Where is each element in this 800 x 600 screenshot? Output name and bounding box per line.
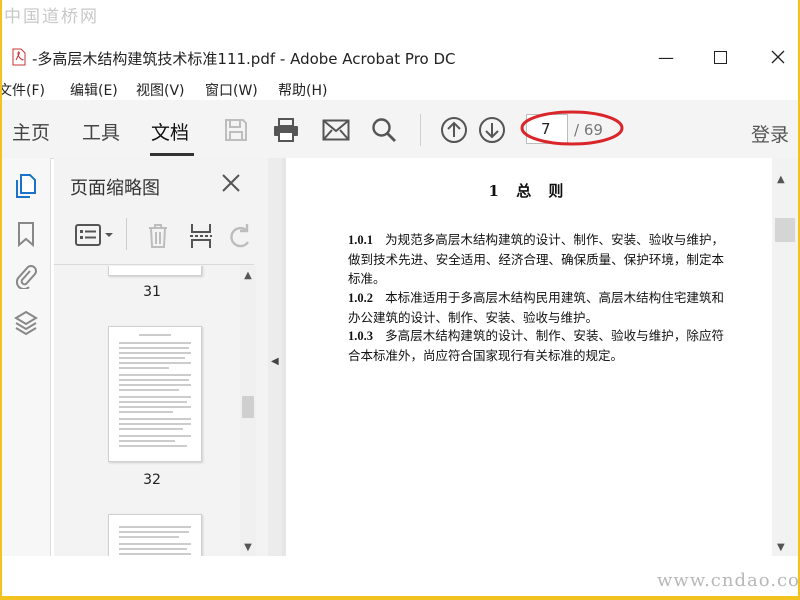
active-tab-indicator [150, 153, 194, 156]
page-up-icon [441, 117, 467, 143]
rotate-page-button[interactable] [228, 222, 254, 254]
layers-button[interactable] [12, 308, 40, 336]
bookmarks-button[interactable] [12, 220, 40, 248]
thumbnail-list: 31 32 [54, 266, 238, 556]
menu-edit[interactable]: 编辑(E) [70, 80, 118, 100]
clause-text: 本标准适用于多高层木结构民用建筑、高层木结构住宅建筑和办公建筑的设计、制作、安装… [348, 290, 724, 325]
tab-document[interactable]: 文档 [151, 118, 189, 145]
close-icon [222, 174, 240, 192]
delete-page-button[interactable] [146, 222, 170, 254]
main-toolbar: 主页 工具 文档 7 / 69 登录 [2, 100, 798, 159]
clause-paragraph: 1.0.2 本标准适用于多高层木结构民用建筑、高层木结构住宅建筑和办公建筑的设计… [348, 288, 724, 327]
scrollbar-thumb[interactable] [242, 396, 254, 418]
scrollbar-thumb[interactable] [775, 218, 795, 242]
search-icon [372, 118, 396, 142]
menu-help[interactable]: 帮助(H) [278, 80, 327, 100]
clause-paragraph: 1.0.3 多高层木结构建筑的设计、制作、安装、验收与维护，除应符合本标准外，尚… [348, 326, 724, 365]
thumbnail-options-icon [75, 224, 113, 246]
watermark-bottom: www.cndao.com [657, 570, 798, 591]
title-bar: -多高层木结构建筑技术标准111.pdf - Adobe Acrobat Pro… [2, 38, 798, 76]
scroll-up-arrow[interactable]: ▲ [777, 174, 785, 185]
insert-page-icon [190, 224, 212, 248]
page-preview [119, 334, 191, 447]
tab-home[interactable]: 主页 [12, 118, 50, 145]
navigation-pane-strip [2, 158, 51, 556]
bookmark-icon [18, 222, 34, 247]
scroll-down-arrow[interactable]: ▼ [777, 542, 785, 553]
page-thumbnail[interactable] [108, 326, 202, 462]
page-thumbnails-pane: 页面缩略图 31 32 ▲ ▼ [54, 158, 269, 556]
delete-icon [149, 224, 167, 248]
clause-paragraph: 1.0.1 为规范多高层木结构建筑的设计、制作、安装、验收与维护，做到技术先进、… [348, 230, 724, 288]
menu-window[interactable]: 窗口(W) [205, 80, 258, 100]
collapse-pane-button[interactable]: ◀ [268, 158, 282, 556]
maximize-icon [713, 50, 727, 64]
pane-title: 页面缩略图 [70, 178, 160, 199]
page-number-label: 31 [143, 284, 161, 300]
document-page: 1 总 则 1.0.1 为规范多高层木结构建筑的设计、制作、安装、验收与维护，做… [286, 158, 772, 556]
email-button[interactable] [320, 114, 352, 146]
login-button[interactable]: 登录 [751, 120, 789, 147]
page-down-icon [479, 117, 505, 143]
menu-file[interactable]: 文件(F) [2, 80, 45, 100]
page-preview [119, 526, 191, 555]
thumbnail-scrollbar[interactable]: ▲ ▼ [240, 266, 256, 556]
attachments-button[interactable] [12, 262, 40, 290]
toolbar-divider [126, 218, 127, 250]
thumbnail-options-button[interactable] [74, 222, 114, 252]
close-icon [771, 50, 785, 64]
save-button[interactable] [220, 114, 252, 146]
email-icon [322, 119, 350, 141]
thumbnail-toolbar [54, 208, 254, 265]
watermark-top: 中国道桥网 [4, 7, 99, 27]
clause-number: 1.0.3 [348, 329, 373, 343]
layers-icon [14, 310, 38, 335]
chapter-heading: 1 总 则 [488, 182, 570, 200]
pdf-file-icon [12, 48, 26, 66]
tab-tools[interactable]: 工具 [82, 118, 120, 145]
highlight-annotation [520, 110, 624, 146]
scroll-down-arrow[interactable]: ▼ [240, 540, 256, 554]
clause-number: 1.0.1 [348, 233, 373, 247]
chevron-left-icon: ◀ [271, 356, 279, 367]
clause-text: 多高层木结构建筑的设计、制作、安装、验收与维护，除应符合本标准外，尚应符合国家现… [348, 328, 724, 363]
clause-number: 1.0.2 [348, 291, 373, 305]
print-button[interactable] [270, 114, 302, 146]
previous-page-button[interactable] [438, 114, 470, 146]
next-page-button[interactable] [476, 114, 508, 146]
window-title: -多高层木结构建筑技术标准111.pdf - Adobe Acrobat Pro… [32, 50, 456, 68]
page-thumbnails-button[interactable] [12, 172, 40, 200]
page-thumbnail[interactable] [108, 514, 202, 556]
scroll-up-arrow[interactable]: ▲ [240, 268, 256, 282]
save-icon [225, 119, 247, 141]
insert-page-button[interactable] [188, 222, 214, 254]
maximize-button[interactable] [708, 46, 732, 68]
document-scrollbar[interactable]: ▲ ▼ [772, 158, 798, 556]
menu-bar: 文件(F) 编辑(E) 视图(V) 窗口(W) 帮助(H) [2, 78, 798, 100]
print-icon [274, 118, 298, 142]
close-window-button[interactable] [766, 46, 790, 68]
rotate-icon [230, 224, 250, 248]
attachment-icon [15, 265, 37, 289]
close-pane-button[interactable] [218, 170, 244, 196]
clause-text: 为规范多高层木结构建筑的设计、制作、安装、验收与维护，做到技术先进、安全适用、经… [348, 232, 724, 286]
toolbar-divider [420, 114, 421, 146]
page-number-label: 32 [143, 472, 161, 488]
minimize-button[interactable]: — [654, 46, 678, 68]
page-thumbnails-icon [16, 174, 36, 198]
menu-view[interactable]: 视图(V) [136, 80, 185, 100]
page-thumbnail[interactable] [108, 266, 202, 276]
search-button[interactable] [368, 114, 400, 146]
app-window: 中国道桥网 -多高层木结构建筑技术标准111.pdf - Adobe Acrob… [2, 0, 798, 596]
document-view: 1 总 则 1.0.1 为规范多高层木结构建筑的设计、制作、安装、验收与维护，做… [282, 158, 772, 556]
